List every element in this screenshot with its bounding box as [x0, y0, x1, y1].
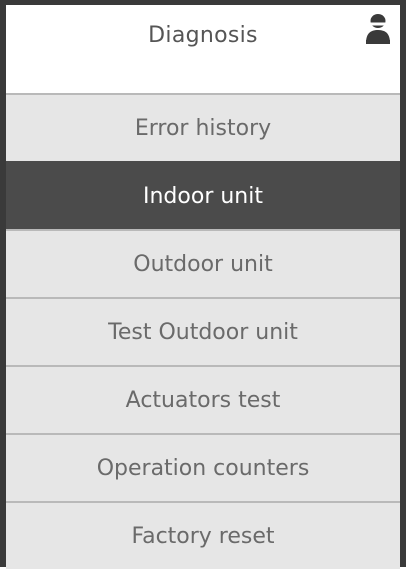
menu-item-test-outdoor-unit[interactable]: Test Outdoor unit — [6, 297, 400, 365]
menu-item-indoor-unit[interactable]: Indoor unit — [6, 161, 400, 229]
menu-item-label: Actuators test — [125, 387, 281, 413]
menu-item-actuators-test[interactable]: Actuators test — [6, 365, 400, 433]
diagnosis-menu: Error history Indoor unit Outdoor unit T… — [6, 93, 400, 569]
menu-item-label: Test Outdoor unit — [108, 319, 298, 345]
menu-item-error-history[interactable]: Error history — [6, 93, 400, 161]
menu-item-label: Error history — [134, 115, 272, 141]
screen-frame: Diagnosis Error history Indoor unit Outd… — [0, 0, 406, 569]
user-icon[interactable] — [365, 13, 391, 51]
menu-item-label: Indoor unit — [143, 183, 263, 209]
header: Diagnosis — [6, 5, 400, 93]
menu-item-operation-counters[interactable]: Operation counters — [6, 433, 400, 501]
menu-item-outdoor-unit[interactable]: Outdoor unit — [6, 229, 400, 297]
menu-item-label: Factory reset — [131, 523, 275, 549]
menu-item-factory-reset[interactable]: Factory reset — [6, 501, 400, 569]
menu-item-label: Outdoor unit — [133, 251, 273, 277]
menu-item-label: Operation counters — [96, 455, 310, 481]
page-title: Diagnosis — [148, 23, 258, 48]
